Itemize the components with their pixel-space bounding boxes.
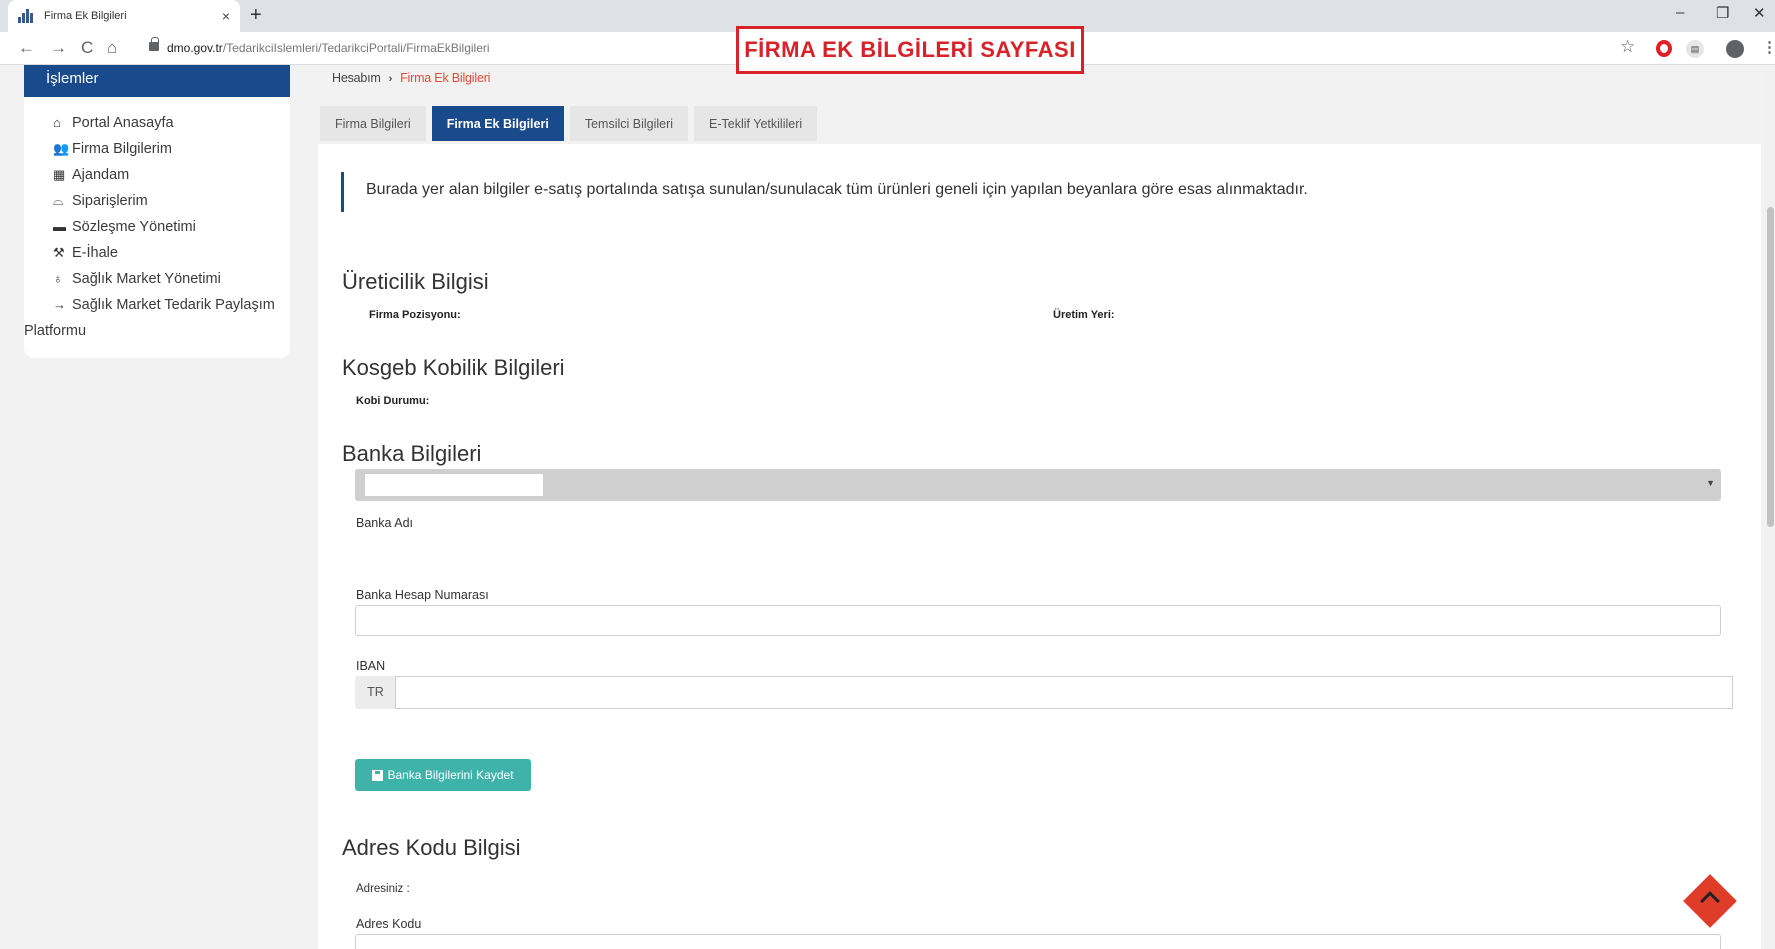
save-bank-info-button[interactable]: Banka Bilgilerini Kaydet [355, 759, 531, 791]
tab-e-teklif-yetkilileri[interactable]: E-Teklif Yetkilileri [694, 106, 818, 141]
stethoscope-icon: ♁ [53, 271, 63, 286]
arrow-right-icon: → [53, 297, 66, 312]
url-path: /TedarikciIslemleri/TedarikciPortali/Fir… [222, 41, 490, 55]
window-close-icon[interactable]: ✕ [1753, 4, 1766, 22]
firma-pozisyonu-label: Firma Pozisyonu: [369, 309, 461, 321]
adresiniz-label: Adresiniz : [356, 883, 410, 895]
tab-close-icon[interactable]: × [222, 8, 230, 24]
section-title-ureticilik: Üreticilik Bilgisi [342, 269, 489, 294]
account-icon[interactable] [1726, 40, 1744, 58]
iban-input[interactable] [395, 676, 1733, 709]
minimize-icon[interactable]: – [1676, 4, 1684, 21]
page-annotation-label: FİRMA EK BİLGİLERİ SAYFASI [736, 26, 1084, 74]
sidebar-item-sozlesme-yonetimi[interactable]: ▬ Sözleşme Yönetimi [53, 214, 290, 240]
browser-menu-icon[interactable]: ⋮ [1762, 38, 1775, 56]
section-title-adres: Adres Kodu Bilgisi [342, 835, 521, 860]
breadcrumb-root[interactable]: Hesabım [332, 71, 381, 85]
banka-adi-label: Banka Adı [356, 516, 413, 530]
adres-kodu-label: Adres Kodu [356, 917, 422, 931]
gavel-icon: ⚒ [53, 245, 65, 260]
sidebar-item-label: Firma Bilgilerim [72, 141, 172, 157]
save-icon [372, 769, 384, 781]
page-tabs: Firma Bilgileri Firma Ek Bilgileri Temsi… [320, 106, 818, 141]
main-content-panel: Burada yer alan bilgiler e-satış portalı… [318, 144, 1761, 949]
sidebar-item-label: Sözleşme Yönetimi [72, 219, 196, 235]
sidebar-item-e-ihale[interactable]: ⚒ E-İhale [53, 240, 290, 266]
url-field[interactable]: dmo.gov.tr/TedarikciIslemleri/TedarikciP… [167, 41, 490, 55]
calendar-icon: ▦ [53, 167, 66, 182]
adres-kodu-input[interactable] [355, 934, 1721, 949]
sidebar-item-portal-anasayfa[interactable]: ⌂ Portal Anasayfa [53, 110, 290, 136]
banka-hesap-no-input[interactable] [355, 605, 1721, 636]
tab-temsilci-bilgileri[interactable]: Temsilci Bilgileri [569, 106, 689, 141]
page-body: İşlemler ⌂ Portal Anasayfa 👥 Firma Bilgile… [0, 65, 1775, 949]
breadcrumb-separator-icon: › [388, 73, 393, 85]
sidebar-title: İşlemler [24, 65, 290, 97]
home-icon[interactable]: ⌂ [107, 38, 117, 58]
sidebar-item-label: Siparişlerim [72, 193, 148, 209]
page-scrollbar[interactable] [1766, 65, 1775, 949]
sidebar-item-ajandam[interactable]: ▦ Ajandam [53, 162, 290, 188]
url-domain: dmo.gov.tr [167, 41, 223, 55]
sidebar-item-label: E-İhale [72, 245, 118, 261]
reload-icon[interactable]: C [81, 38, 93, 58]
opera-extension-icon[interactable] [1656, 40, 1672, 57]
tab-firma-ek-bilgileri[interactable]: Firma Ek Bilgileri [431, 106, 564, 141]
breadcrumb: Hesabım › Firma Ek Bilgileri [332, 71, 490, 85]
uretim-yeri-label: Üretim Yeri: [1053, 309, 1115, 321]
section-title-kosgeb: Kosgeb Kobilik Bilgileri [342, 355, 565, 380]
new-tab-icon[interactable]: + [250, 4, 262, 27]
sidebar: İşlemler ⌂ Portal Anasayfa 👥 Firma Bilgile… [24, 65, 290, 358]
back-icon[interactable]: ← [18, 38, 35, 58]
home-icon: ⌂ [53, 115, 61, 130]
banka-adi-select[interactable]: ▼ [355, 469, 1721, 501]
tab-firma-bilgileri[interactable]: Firma Bilgileri [320, 106, 426, 141]
site-favicon-icon [18, 9, 34, 23]
sidebar-item-label: Sağlık Market Yönetimi [72, 271, 221, 287]
reader-extension-icon[interactable]: ▤ [1686, 40, 1704, 58]
briefcase-icon: ▬ [53, 219, 66, 234]
banka-adi-value [365, 474, 543, 496]
sidebar-item-label: Ajandam [72, 167, 130, 183]
sidebar-menu: ⌂ Portal Anasayfa 👥 Firma Bilgilerim ▦ Ajan… [24, 97, 290, 344]
sidebar-item-saglik-market-tedarik[interactable]: → Sağlık Market Tedarik Paylaşım Platformu [24, 292, 290, 344]
browser-tab[interactable]: Firma Ek Bilgileri × [8, 0, 240, 32]
restore-icon[interactable]: ❐ [1716, 4, 1729, 22]
breadcrumb-current: Firma Ek Bilgileri [400, 71, 491, 85]
sidebar-item-label-cont: Platformu [24, 323, 87, 339]
lock-icon [149, 37, 159, 51]
sidebar-item-firma-bilgilerim[interactable]: 👥 Firma Bilgilerim [53, 136, 290, 162]
browser-tab-title: Firma Ek Bilgileri [44, 10, 127, 22]
iban-prefix: TR [355, 676, 396, 709]
basket-icon: ⌓ [53, 193, 64, 208]
banka-hesap-no-label: Banka Hesap Numarası [356, 588, 489, 602]
info-notice: Burada yer alan bilgiler e-satış portalı… [341, 172, 1308, 212]
kobi-durumu-label: Kobi Durumu: [356, 395, 430, 407]
sidebar-item-saglik-market-yonetimi[interactable]: ♁ Sağlık Market Yönetimi [53, 266, 290, 292]
scrollbar-thumb[interactable] [1767, 207, 1774, 527]
iban-label: IBAN [356, 659, 386, 673]
forward-icon[interactable]: → [50, 38, 67, 58]
users-icon: 👥 [53, 141, 70, 156]
bookmark-star-icon[interactable]: ☆ [1620, 37, 1635, 57]
save-bank-info-label: Banka Bilgilerini Kaydet [387, 768, 514, 782]
chevron-down-icon: ▼ [1706, 478, 1715, 488]
sidebar-item-label: Sağlık Market Tedarik Paylaşım [72, 297, 275, 313]
section-title-banka: Banka Bilgileri [342, 441, 482, 466]
sidebar-item-siparislerim[interactable]: ⌓ Siparişlerim [53, 188, 290, 214]
sidebar-item-label: Portal Anasayfa [72, 115, 174, 131]
